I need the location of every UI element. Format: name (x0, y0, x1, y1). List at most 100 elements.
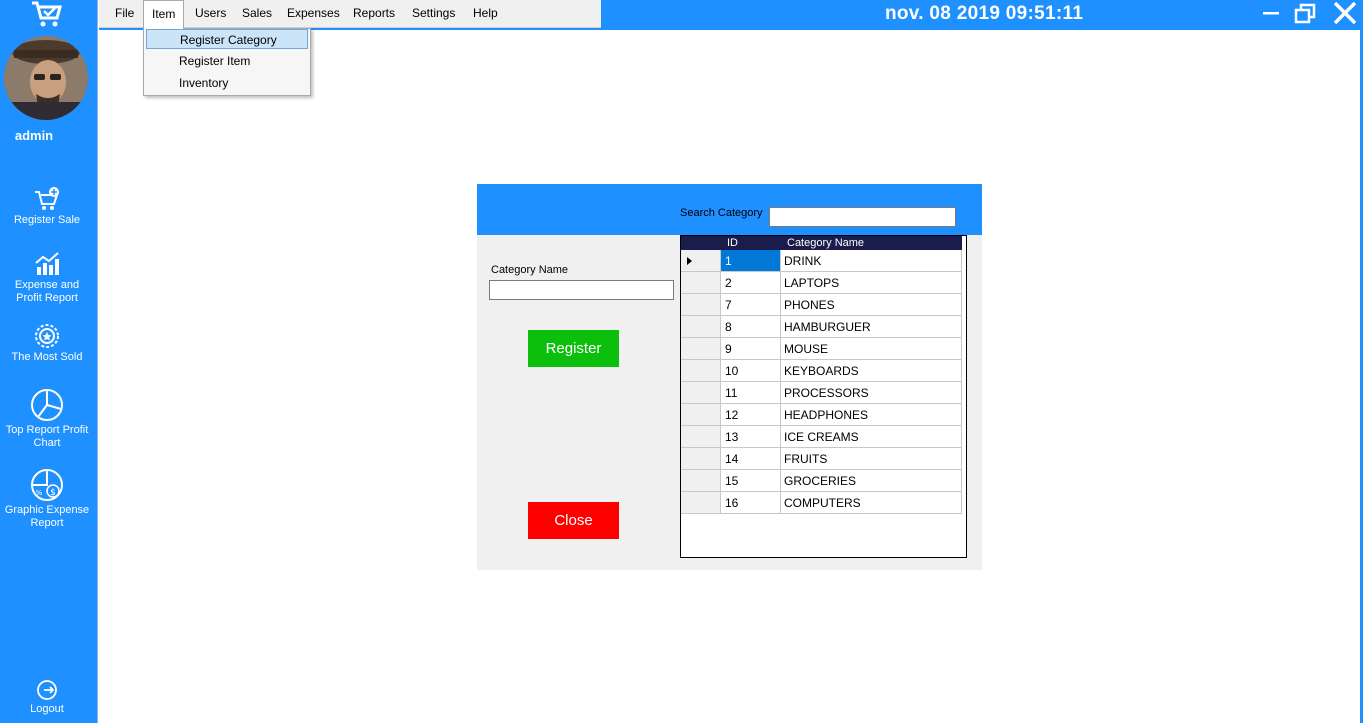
avatar (4, 36, 88, 120)
table-row[interactable]: 16 COMPUTERS (681, 492, 962, 514)
sidebar-item-register-sale[interactable]: Register Sale (0, 186, 94, 227)
cell-id[interactable]: 11 (721, 382, 781, 404)
table-row[interactable]: 9 MOUSE (681, 338, 962, 360)
row-header[interactable] (681, 492, 721, 514)
cell-id[interactable]: 14 (721, 448, 781, 470)
minimize-button[interactable] (1257, 0, 1285, 28)
cell-category-name[interactable]: GROCERIES (781, 470, 962, 492)
table-row[interactable]: 1 DRINK (681, 250, 962, 272)
badge-icon (35, 324, 59, 348)
cell-category-name[interactable]: KEYBOARDS (781, 360, 962, 382)
cell-category-name[interactable]: FRUITS (781, 448, 962, 470)
cell-category-name[interactable]: PROCESSORS (781, 382, 962, 404)
sidebar-item-expense-profit-report[interactable]: Expense and Profit Report (0, 251, 94, 305)
menu-item-inventory[interactable]: Inventory (146, 73, 308, 93)
menu-help[interactable]: Help (465, 0, 506, 26)
close-button[interactable]: Close (528, 502, 619, 539)
table-row[interactable]: 12 HEADPHONES (681, 404, 962, 426)
cell-id[interactable]: 8 (721, 316, 781, 338)
grid-header: ID Category Name (681, 236, 962, 250)
row-header[interactable] (681, 426, 721, 448)
row-header[interactable] (681, 294, 721, 316)
row-header[interactable] (681, 316, 721, 338)
cell-id[interactable]: 16 (721, 492, 781, 514)
cart-check-logo-icon (32, 1, 62, 27)
cell-id[interactable]: 12 (721, 404, 781, 426)
row-header[interactable] (681, 272, 721, 294)
menu-sales[interactable]: Sales (234, 0, 280, 26)
category-name-label: Category Name (491, 264, 569, 276)
table-row[interactable]: 7 PHONES (681, 294, 962, 316)
title-bar: nov. 08 2019 09:51:11 (601, 0, 1363, 28)
row-header[interactable] (681, 448, 721, 470)
sidebar: admin Register Sale Expense and Profit R… (0, 0, 98, 723)
sidebar-item-label: The Most Sold (11, 351, 83, 363)
menu-reports[interactable]: Reports (345, 0, 403, 26)
register-category-panel: Search Category Category Name Register C… (477, 184, 982, 570)
table-row[interactable]: 14 FRUITS (681, 448, 962, 470)
row-header[interactable] (681, 360, 721, 382)
column-header-id[interactable]: ID (727, 237, 738, 249)
restore-icon (1294, 3, 1316, 24)
sidebar-item-top-report-profit-chart[interactable]: Top Report Profit Chart (0, 388, 94, 450)
table-row[interactable]: 11 PROCESSORS (681, 382, 962, 404)
cell-id[interactable]: 1 (721, 250, 781, 272)
cell-id[interactable]: 15 (721, 470, 781, 492)
menu-settings[interactable]: Settings (404, 0, 463, 26)
menu-item-register-category[interactable]: Register Category (146, 29, 308, 49)
cell-category-name[interactable]: HAMBURGUER (781, 316, 962, 338)
cell-id[interactable]: 7 (721, 294, 781, 316)
table-row[interactable]: 13 ICE CREAMS (681, 426, 962, 448)
cell-category-name[interactable]: COMPUTERS (781, 492, 962, 514)
table-row[interactable]: 2 LAPTOPS (681, 272, 962, 294)
row-header[interactable] (681, 404, 721, 426)
svg-text:%: % (36, 489, 43, 497)
category-name-input[interactable] (489, 280, 674, 300)
menu-item[interactable]: Item (143, 0, 185, 29)
cell-category-name[interactable]: HEADPHONES (781, 404, 962, 426)
menu-bar: File Item Users Sales Expenses Reports S… (99, 0, 601, 29)
cell-category-name[interactable]: MOUSE (781, 338, 962, 360)
menu-item-register-item[interactable]: Register Item (146, 51, 308, 71)
menu-expenses[interactable]: Expenses (279, 0, 348, 26)
sidebar-item-logout[interactable]: Logout (0, 679, 94, 716)
dollar-pie-icon: $ % (31, 469, 63, 501)
username: admin (14, 128, 54, 143)
logout-icon (37, 680, 57, 700)
sidebar-item-graphic-expense-report[interactable]: $ % Graphic Expense Report (0, 468, 94, 530)
menu-file[interactable]: File (107, 0, 142, 26)
user-photo-icon (4, 36, 88, 120)
search-category-input[interactable] (769, 207, 956, 227)
sidebar-item-label: Graphic Expense Report (4, 504, 90, 529)
cell-id[interactable]: 2 (721, 272, 781, 294)
category-grid[interactable]: ID Category Name 1 DRINK 2 LAPTOPS 7 PHONES 8 H… (680, 235, 967, 558)
sidebar-item-most-sold[interactable]: The Most Sold (0, 323, 94, 364)
cell-id[interactable]: 13 (721, 426, 781, 448)
cell-category-name[interactable]: DRINK (781, 250, 962, 272)
pie-chart-icon (31, 389, 63, 421)
cell-category-name[interactable]: LAPTOPS (781, 272, 962, 294)
cell-category-name[interactable]: ICE CREAMS (781, 426, 962, 448)
row-header[interactable] (681, 250, 721, 272)
svg-text:$: $ (50, 488, 56, 498)
cell-id[interactable]: 9 (721, 338, 781, 360)
restore-button[interactable] (1291, 0, 1319, 28)
close-icon (1333, 1, 1357, 25)
register-button[interactable]: Register (528, 330, 619, 367)
sidebar-item-label: Expense and Profit Report (14, 279, 80, 304)
row-header[interactable] (681, 470, 721, 492)
column-header-category-name[interactable]: Category Name (787, 237, 864, 249)
menu-users[interactable]: Users (187, 0, 234, 26)
table-row[interactable]: 15 GROCERIES (681, 470, 962, 492)
cell-category-name[interactable]: PHONES (781, 294, 962, 316)
table-row[interactable]: 8 HAMBURGUER (681, 316, 962, 338)
row-header[interactable] (681, 338, 721, 360)
current-row-arrow-icon (687, 257, 692, 265)
close-window-button[interactable] (1331, 0, 1359, 28)
datetime-display: nov. 08 2019 09:51:11 (885, 3, 1084, 24)
cell-id[interactable]: 10 (721, 360, 781, 382)
table-row[interactable]: 10 KEYBOARDS (681, 360, 962, 382)
sidebar-item-label: Register Sale (13, 214, 81, 226)
bar-chart-icon (35, 252, 59, 275)
row-header[interactable] (681, 382, 721, 404)
